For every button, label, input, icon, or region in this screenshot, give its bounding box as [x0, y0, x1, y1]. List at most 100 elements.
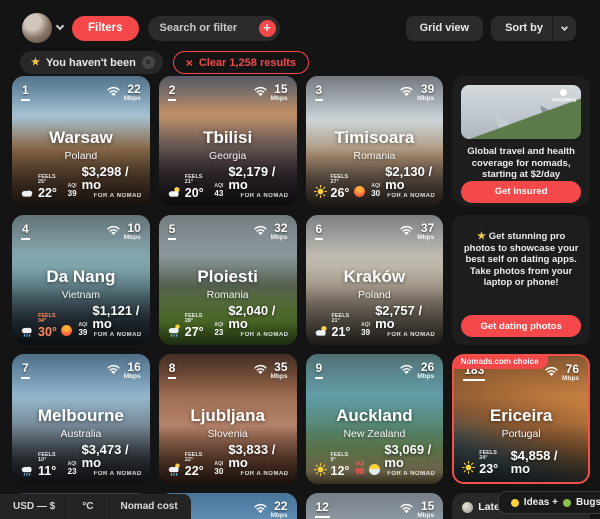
divider [552, 15, 553, 41]
temperature-block: FEELS 21° 20° [185, 174, 209, 200]
temperature-block: FEELS 21° 21° [332, 313, 356, 339]
weather-sun-icon [462, 461, 476, 474]
add-filter-icon[interactable]: + [258, 19, 276, 37]
city-name: Auckland [336, 406, 413, 425]
cost-note: FOR A NOMAD [240, 471, 289, 477]
search-bar[interactable]: + [147, 15, 280, 41]
city-card[interactable]: 4 10 Mbps Da Nang Vietnam FEELS 34° 30° AQI 39 $1… [12, 215, 150, 345]
ad-card-insurance[interactable]: SafetyWing Global travel and health cover… [452, 76, 590, 206]
bugs-label: Bugs [576, 497, 600, 508]
city-title-block: Ericeira Portugal [454, 406, 588, 440]
safetywing-wordmark: SafetyWing [551, 97, 576, 102]
sort-by-button[interactable]: Sort by [491, 15, 576, 41]
weather-cloud-icon [20, 187, 34, 198]
internet-speed: 39 Mbps [400, 83, 434, 103]
weather-sun-rain-icon [167, 324, 181, 337]
aqi-block: AQI 30 [371, 184, 380, 198]
filter-chip-havent-been[interactable]: ★ You haven't been × [20, 51, 163, 74]
wifi-icon [107, 222, 120, 240]
city-card[interactable]: 12 15 Mbps [305, 493, 444, 519]
city-card[interactable]: 5 32 Mbps Ploiesti Romania FEELS 28° 27° AQI 23 $… [158, 215, 297, 345]
city-title-block: Ploiesti Romania [159, 267, 297, 301]
aqi-block: AQI 39 [68, 184, 77, 198]
price-block: $3,069 / mo FOR A NOMAD [384, 443, 435, 477]
cost-note: FOR A NOMAD [93, 332, 142, 338]
weather-sun-icon [313, 185, 327, 198]
country-name: Poland [358, 289, 391, 301]
feels-like-label: FEELS 25° [38, 173, 56, 185]
city-card[interactable]: 2 15 Mbps Tbilisi Georgia FEELS 21° 20° AQI 43 $2… [158, 76, 297, 206]
monthly-cost: $2,757 / mo [375, 303, 423, 331]
filter-chip-label: You haven't been [45, 56, 136, 69]
mbps-block: 32 Mbps [271, 222, 288, 242]
ad-cta-button[interactable]: Get insured [461, 180, 581, 203]
card-top-row: 3 39 Mbps [314, 83, 434, 103]
feels-like-label: FEELS 10° [38, 451, 56, 463]
card-top-row: 2 15 Mbps [167, 83, 288, 103]
avatar[interactable] [22, 13, 52, 43]
country-name: Slovenia [207, 428, 248, 440]
monthly-cost: $4,858 / mo [510, 448, 558, 476]
wifi-icon [400, 83, 413, 101]
internet-speed: 10 Mbps [107, 222, 141, 242]
feedback-widget[interactable]: Ideas + Bugs [497, 491, 600, 514]
monthly-cost: $2,130 / mo [385, 164, 433, 192]
ad-cta-button[interactable]: Get dating photos [461, 315, 581, 337]
city-name: Ericeira [489, 406, 553, 426]
wifi-icon [253, 500, 267, 518]
price-block: $2,757 / mo FOR A NOMAD [375, 304, 435, 338]
monthly-cost: $2,040 / mo [228, 303, 276, 331]
temperature-value: 11° [38, 463, 57, 478]
city-title-block: Timisoara Romania [306, 128, 444, 162]
price-block: $4,858 / mo [511, 449, 580, 475]
temperature-value: 22° [38, 185, 57, 200]
cost-mode-toggle[interactable]: Nomad cost [106, 494, 190, 519]
card-top-row: 6 37 Mbps [314, 222, 434, 242]
city-card[interactable]: 3 39 Mbps Timisoara Romania FEELS 27° 26° AQI 30… [305, 76, 444, 206]
internet-speed: 76 Mbps [545, 363, 579, 383]
ad-card-dating-photos[interactable]: ★ Get stunning pro photos to showcase yo… [452, 215, 590, 345]
city-card[interactable]: 9 26 Mbps Auckland New Zealand FEELS 9° 12° AQI… [305, 354, 444, 484]
city-name: Ljubljana [190, 406, 265, 425]
remove-filter-icon[interactable]: × [141, 56, 155, 69]
city-card[interactable]: 1 22 Mbps Warsaw Poland FEELS 25° 22° AQI 39 $3,2… [12, 76, 150, 206]
city-card[interactable]: Nomads.com choice 183 76 Mbps Ericeira Portug… [452, 354, 590, 484]
aqi-block: AQI 98 [355, 462, 364, 476]
mbps-unit: Mbps [417, 373, 435, 380]
price-block: $2,179 / mo FOR A NOMAD [228, 165, 288, 199]
aqi-label: AQI [78, 322, 88, 328]
mbps-value: 32 [274, 221, 288, 235]
temperature-block: FEELS 34° 30° [38, 312, 57, 339]
temperature-unit-toggle[interactable]: °C [68, 494, 106, 519]
city-title-block: Auckland New Zealand [306, 406, 444, 440]
monthly-cost: $2,179 / mo [228, 164, 276, 192]
grid-view-button[interactable]: Grid view [405, 15, 484, 41]
city-card[interactable]: 8 35 Mbps Ljubljana Slovenia FEELS 22° 22° AQI 3… [158, 354, 297, 484]
feels-like-label: FEELS 9° [330, 451, 349, 463]
feels-like-label: FEELS 27° [330, 173, 349, 185]
wifi-icon [107, 361, 120, 379]
city-name: Kraków [343, 267, 406, 286]
country-name: Poland [64, 150, 98, 162]
mbps-block: 26 Mbps [417, 361, 434, 381]
currency-toggle[interactable]: USD — $ [0, 494, 68, 519]
temperature-block: FEELS 25° 22° [38, 173, 62, 200]
wifi-icon [253, 83, 267, 101]
feels-like-label: FEELS 34° [38, 312, 56, 324]
city-title-block: Tbilisi Georgia [159, 128, 297, 162]
city-card[interactable]: 7 16 Mbps Melbourne Australia FEELS 10° 11° AQI… [12, 354, 150, 484]
aqi-label: AQI [214, 322, 224, 328]
city-card[interactable]: 6 37 Mbps Kraków Poland FEELS 21° 21° AQI 39 $2,7… [305, 215, 444, 345]
search-input[interactable] [159, 22, 259, 34]
mbps-unit: Mbps [123, 234, 141, 241]
weather-sun-icon [313, 463, 327, 476]
cost-note: FOR A NOMAD [93, 193, 142, 199]
weather-sun-rain-icon [167, 463, 181, 476]
user-menu[interactable] [22, 13, 65, 43]
mbps-value: 10 [127, 221, 141, 235]
clear-results-button[interactable]: × Clear 1,258 results [172, 51, 310, 74]
aqi-block: AQI 23 [68, 462, 77, 476]
monthly-cost: $3,833 / mo [228, 442, 276, 470]
filters-button[interactable]: Filters [72, 15, 139, 41]
city-name: Ploiesti [197, 267, 258, 286]
